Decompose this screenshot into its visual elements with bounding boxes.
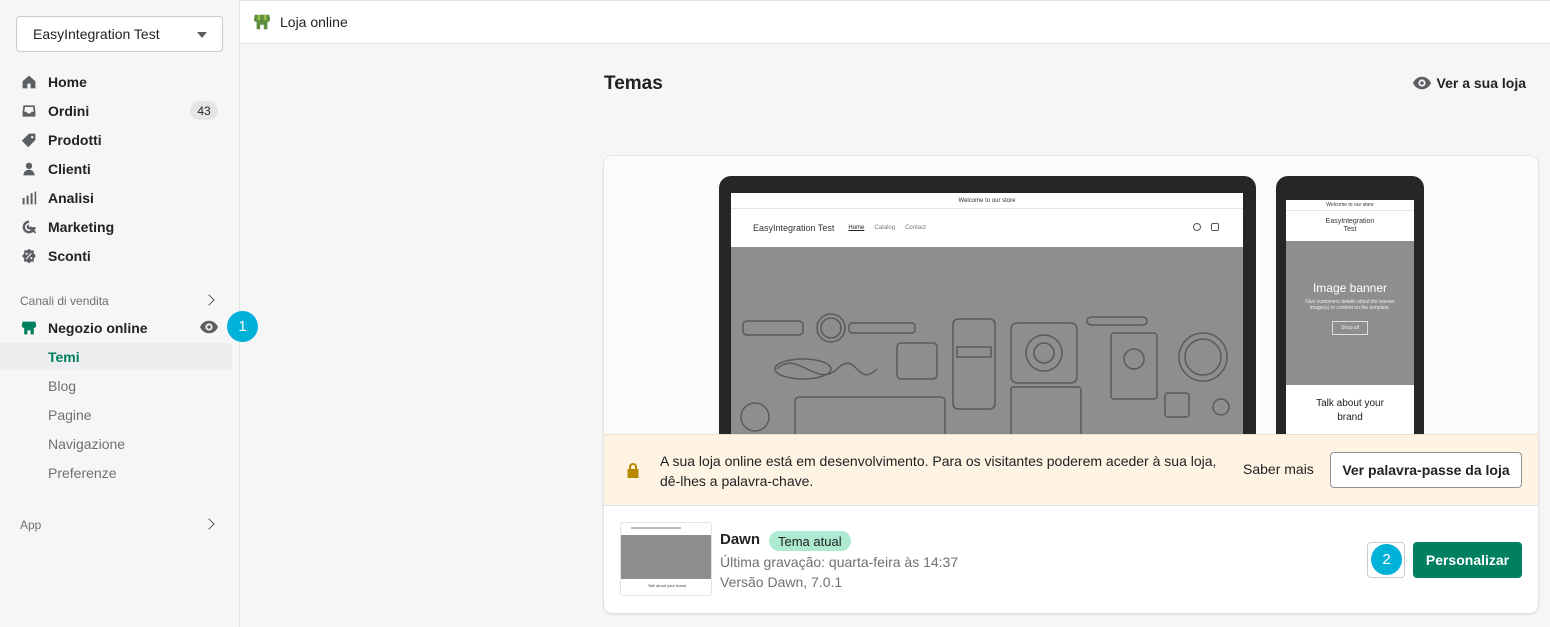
step-marker-2: 2	[1371, 544, 1402, 575]
mobile-preview: Welcome to our store EasyIntegration Tes…	[1276, 176, 1424, 434]
step-marker-1: 1	[227, 311, 258, 342]
sidebar-item-orders[interactable]: Ordini 43	[0, 96, 232, 125]
sidebar-item-label: Marketing	[48, 218, 115, 235]
banner-shop-button: Shop all	[1331, 321, 1369, 335]
sidebar-subitem-pages[interactable]: Pagine	[0, 401, 232, 428]
home-icon	[20, 73, 38, 91]
theme-version-text: Versão Dawn, 7.0.1	[720, 574, 843, 590]
thumb-header-line	[631, 527, 681, 529]
sidebar-item-online-store[interactable]: Negozio online	[0, 313, 232, 342]
store-selector[interactable]: EasyIntegration Test	[16, 16, 223, 52]
preview-nav-catalog: Catalog	[874, 225, 896, 231]
caret-down-icon	[197, 32, 207, 38]
tag-icon	[20, 131, 38, 149]
customize-button[interactable]: Personalizar	[1413, 542, 1522, 578]
cart-icon	[1211, 223, 1219, 231]
discount-icon	[20, 247, 38, 265]
announcement-bar: Welcome to our store	[731, 193, 1243, 209]
sidebar-item-label: Clienti	[48, 160, 91, 177]
orders-icon	[20, 102, 38, 120]
preview-banner-image	[731, 247, 1243, 434]
thumb-banner	[621, 535, 711, 579]
store-password-notice: A sua loja online está em desenvolviment…	[604, 434, 1538, 506]
banner-title: Image banner	[1312, 281, 1388, 295]
person-icon	[20, 160, 38, 178]
thumb-brand-text: Talk about your brand	[647, 583, 687, 588]
sidebar-subitem-blog[interactable]: Blog	[0, 372, 232, 399]
sidebar-item-label: Ordini	[48, 102, 90, 119]
sidebar-item-label: Prodotti	[48, 131, 102, 148]
sidebar-item-analytics[interactable]: Analisi	[0, 183, 232, 212]
sidebar-item-label: Negozio online	[48, 319, 148, 336]
view-store-link[interactable]: Ver a sua loja	[1412, 74, 1527, 92]
current-theme-card: Welcome to our store EasyIntegration Tes…	[604, 156, 1538, 613]
search-icon	[1193, 223, 1201, 231]
view-store-label: Ver a sua loja	[1436, 75, 1527, 91]
mobile-preview-header: EasyIntegration Test	[1286, 211, 1414, 241]
orders-count-badge: 43	[190, 101, 218, 120]
chevron-right-icon[interactable]	[203, 294, 215, 306]
view-password-button[interactable]: Ver palavra-passe da loja	[1330, 452, 1522, 488]
mobile-screen: Welcome to our store EasyIntegration Tes…	[1286, 200, 1414, 434]
sidebar: EasyIntegration Test Home Ordini 43 Prod…	[0, 0, 258, 627]
learn-more-link[interactable]: Saber mais	[1243, 461, 1314, 477]
sidebar-item-customers[interactable]: Clienti	[0, 154, 232, 183]
current-theme-badge: Tema atual	[769, 531, 851, 551]
eye-icon	[1412, 76, 1431, 90]
last-saved-text: Última gravação: quarta-feira às 14:37	[720, 554, 959, 570]
sidebar-item-products[interactable]: Prodotti	[0, 125, 232, 154]
page-title: Temas	[604, 73, 663, 94]
mobile-announcement-bar: Welcome to our store	[1286, 200, 1414, 211]
lock-icon	[627, 463, 639, 478]
preview-header-icons	[1193, 223, 1219, 231]
theme-preview: Welcome to our store EasyIntegration Tes…	[604, 156, 1538, 434]
store-icon	[253, 14, 271, 30]
preview-store-name: EasyIntegration Test	[753, 223, 835, 233]
banner-illustration	[740, 313, 1230, 434]
topbar: Loja online	[240, 0, 1550, 44]
sidebar-subitem-navigation[interactable]: Navigazione	[0, 430, 232, 457]
chevron-right-icon[interactable]	[203, 518, 215, 530]
analytics-icon	[20, 189, 38, 207]
marketing-icon	[20, 218, 38, 236]
notice-message: A sua loja online está em desenvolviment…	[660, 453, 1217, 489]
mobile-banner: Image banner Give customers details abou…	[1286, 241, 1414, 385]
tablet-screen: Welcome to our store EasyIntegration Tes…	[731, 193, 1243, 434]
preview-header: EasyIntegration Test Home Catalog Contac…	[731, 209, 1243, 247]
theme-name: Dawn	[720, 531, 761, 548]
sales-channels-heading: Canali di vendita	[20, 294, 109, 308]
sidebar-item-home[interactable]: Home	[0, 67, 232, 96]
store-selector-label: EasyIntegration Test	[33, 26, 160, 42]
sidebar-subitem-themes[interactable]: Temi	[0, 343, 232, 370]
sidebar-item-label: Analisi	[48, 189, 94, 206]
brand-heading: Talk about your brand	[1316, 398, 1384, 423]
current-theme-row: Talk about your brand Dawn Tema atual Úl…	[604, 506, 1538, 613]
eye-icon[interactable]	[200, 320, 218, 334]
store-icon	[20, 319, 38, 337]
apps-heading: App	[20, 518, 42, 532]
sidebar-item-label: Sconti	[48, 247, 91, 264]
sidebar-item-label: Home	[48, 73, 87, 90]
preview-nav-home: Home	[848, 225, 865, 231]
sidebar-item-discounts[interactable]: Sconti	[0, 241, 232, 270]
topbar-title: Loja online	[280, 14, 348, 30]
tablet-preview: Welcome to our store EasyIntegration Tes…	[719, 176, 1256, 434]
sidebar-item-marketing[interactable]: Marketing	[0, 212, 232, 241]
preview-nav-contact: Contact	[905, 225, 926, 231]
banner-subtitle: Give customers details about the banner …	[1305, 299, 1395, 311]
theme-thumbnail: Talk about your brand	[620, 522, 712, 596]
sidebar-subitem-preferences[interactable]: Preferenze	[0, 459, 232, 486]
mobile-preview-store-name: EasyIntegration Test	[1325, 218, 1375, 233]
